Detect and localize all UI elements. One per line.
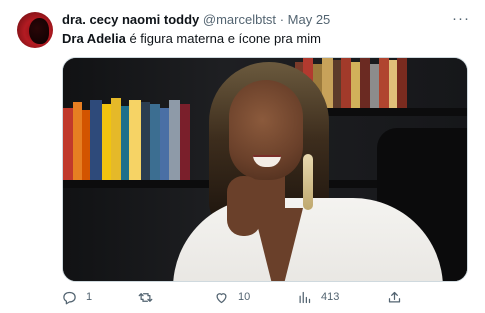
- like-icon: [216, 292, 227, 303]
- tweet-card[interactable]: dra. cecy naomi toddy @marcelbtst · May …: [0, 0, 485, 313]
- separator-dot: ·: [279, 12, 285, 27]
- books-left: [63, 98, 193, 180]
- reply-icon: [63, 291, 76, 304]
- tweet-header: dra. cecy naomi toddy @marcelbtst · May …: [62, 12, 330, 28]
- tweet-text: Dra Adelia é figura materna e ícone pra …: [62, 31, 321, 47]
- retweet-icon: [138, 292, 153, 302]
- tweet-text-bold: Dra Adelia: [62, 31, 126, 46]
- more-options-icon[interactable]: ···: [452, 10, 470, 27]
- author-name[interactable]: dra. cecy naomi toddy: [62, 12, 199, 27]
- tweet-photo[interactable]: [62, 57, 468, 282]
- share-button[interactable]: [387, 287, 402, 307]
- views-button[interactable]: 413: [297, 287, 339, 307]
- tweet-actions: 1 10 413: [0, 287, 485, 307]
- share-icon: [388, 291, 401, 302]
- author-handle[interactable]: @marcelbtst: [203, 12, 276, 27]
- retweet-button[interactable]: [138, 287, 153, 307]
- reply-count: 1: [86, 291, 93, 303]
- reply-button[interactable]: 1: [62, 287, 92, 307]
- tweet-date[interactable]: May 25: [288, 12, 331, 27]
- avatar[interactable]: [17, 12, 53, 48]
- tweet-text-rest: é figura materna e ícone pra mim: [125, 31, 321, 46]
- views-count: 413: [321, 291, 340, 303]
- like-count: 10: [238, 291, 251, 303]
- like-button[interactable]: 10: [214, 287, 250, 307]
- views-icon: [299, 291, 311, 303]
- woman-portrait: [173, 58, 443, 281]
